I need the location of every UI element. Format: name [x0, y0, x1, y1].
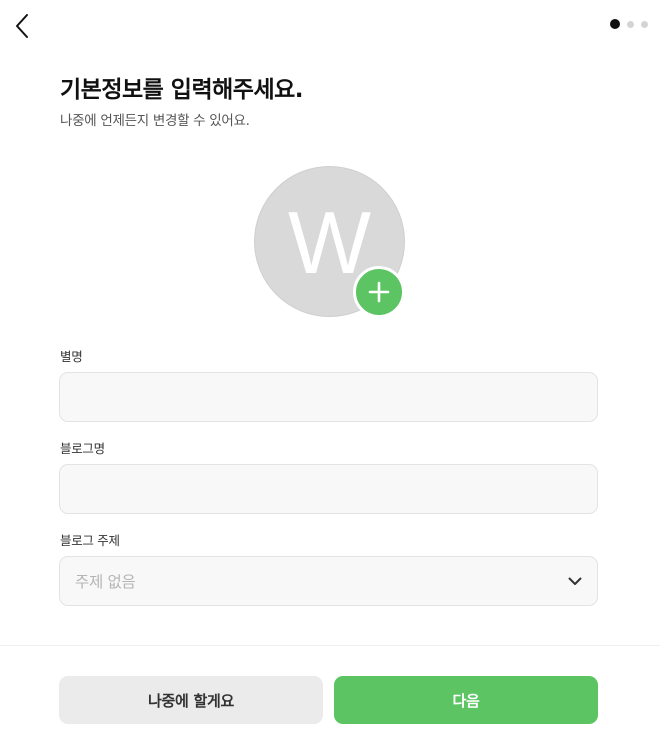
nickname-label: 별명	[60, 349, 83, 364]
page-subtitle: 나중에 언제든지 변경할 수 있어요.	[60, 113, 250, 129]
step-indicator	[610, 19, 648, 29]
avatar-initial: W	[287, 192, 372, 292]
nickname-input[interactable]	[59, 372, 598, 422]
chevron-down-icon	[568, 577, 582, 585]
step-dot	[641, 20, 648, 28]
page-title: 기본정보를 입력해주세요.	[60, 77, 304, 103]
later-button[interactable]: 나중에 할게요	[59, 676, 323, 724]
next-button[interactable]: 다음	[334, 676, 598, 724]
step-dot-current	[610, 19, 620, 29]
profile-setup-screen: 기본정보를 입력해주세요. 나중에 언제든지 변경할 수 있어요. W 별명 블…	[0, 0, 660, 738]
back-button[interactable]	[8, 10, 36, 42]
blog-topic-select[interactable]: 주제 없음	[59, 556, 598, 606]
blog-topic-value: 주제 없음	[75, 573, 136, 591]
blog-name-label: 블로그명	[60, 441, 105, 456]
blog-topic-label: 블로그 주제	[60, 533, 120, 548]
chevron-left-icon	[16, 14, 28, 38]
plus-icon	[368, 281, 390, 303]
blog-name-input[interactable]	[59, 464, 598, 514]
step-dot	[627, 20, 634, 28]
add-photo-button[interactable]	[353, 266, 405, 318]
footer-divider	[0, 645, 660, 646]
